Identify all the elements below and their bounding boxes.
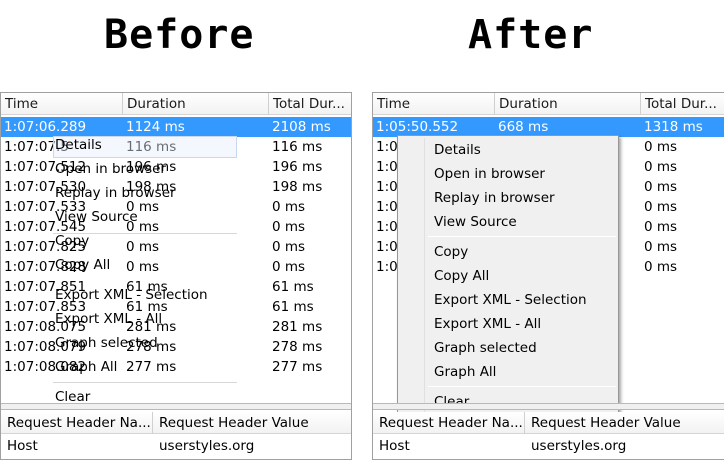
- cell-total-duration: 278 ms: [272, 339, 323, 355]
- cell-duration: 116 ms: [126, 139, 177, 155]
- cell-total-duration: 61 ms: [272, 299, 314, 315]
- menu-item-export-xml-selection[interactable]: Export XML - Selection: [55, 287, 208, 303]
- table-row[interactable]: 1:07:08.079 278 ms 278 ms: [1, 337, 351, 357]
- detail-value: userstyles.org: [531, 438, 627, 454]
- cell-total-duration: 281 ms: [272, 319, 323, 335]
- detail-header: Request Header Na... Request Header Valu…: [1, 412, 351, 434]
- cell-duration: 277 ms: [126, 359, 177, 375]
- menu-item-export-xml-selection[interactable]: Export XML - Selection: [434, 288, 587, 312]
- menu-item-copy[interactable]: Copy: [434, 240, 468, 264]
- column-header-total-duration[interactable]: Total Dur...: [269, 93, 351, 115]
- table-row[interactable]: 1:07:07.5 116 ms 116 ms: [1, 137, 351, 157]
- cell-total-duration: 0 ms: [644, 159, 678, 175]
- cell-total-duration: 196 ms: [272, 159, 323, 175]
- menu-item-graph-all[interactable]: Graph All: [55, 359, 117, 375]
- menu-item-view-source[interactable]: View Source: [55, 209, 138, 225]
- menu-separator: [428, 236, 616, 237]
- menu-separator: [428, 386, 616, 387]
- menu-item-replay-in-browser[interactable]: Replay in browser: [434, 186, 555, 210]
- cell-total-duration: 61 ms: [272, 279, 314, 295]
- column-header-time[interactable]: Time: [373, 93, 495, 115]
- column-header-total-duration[interactable]: Total Dur...: [641, 93, 724, 115]
- cell-duration: 0 ms: [126, 239, 160, 255]
- column-header-request-header-name[interactable]: Request Header Na...: [373, 412, 525, 434]
- cell-total-duration: 0 ms: [644, 219, 678, 235]
- table-row[interactable]: 1:05:50.552 668 ms 1318 ms: [373, 117, 724, 137]
- table-row[interactable]: 1:07:07.512 196 ms 196 ms: [1, 157, 351, 177]
- cell-total-duration: 277 ms: [272, 359, 323, 375]
- table-row[interactable]: 1:07:08.082 277 ms 277 ms: [1, 357, 351, 377]
- menu-icon-gutter: [424, 138, 425, 414]
- menu-item-copy-all[interactable]: Copy All: [55, 257, 110, 273]
- request-list-header: Time Duration Total Dur...: [373, 93, 724, 115]
- after-panel: Time Duration Total Dur... 1:05:50.552 66…: [372, 92, 724, 460]
- table-row[interactable]: 1:07:08.075 281 ms 281 ms: [1, 317, 351, 337]
- table-row[interactable]: 1:07:06.289 1124 ms 2108 ms: [1, 117, 351, 137]
- menu-item-graph-selected[interactable]: Graph selected: [434, 336, 537, 360]
- cell-total-duration: 1318 ms: [644, 119, 703, 135]
- cell-duration: 1124 ms: [126, 119, 185, 135]
- detail-row[interactable]: Host userstyles.org: [373, 435, 724, 457]
- title-after: After: [468, 12, 594, 58]
- table-row[interactable]: 1:07:07.530 198 ms 198 ms: [1, 177, 351, 197]
- menu-item-graph-selected[interactable]: Graph selected: [55, 335, 158, 351]
- cell-time: 1:05:50.552: [376, 119, 459, 135]
- detail-row[interactable]: Host userstyles.org: [1, 435, 351, 457]
- title-before: Before: [104, 12, 255, 58]
- menu-item-clear[interactable]: Clear: [434, 390, 469, 414]
- cell-total-duration: 198 ms: [272, 179, 323, 195]
- cell-total-duration: 0 ms: [644, 139, 678, 155]
- menu-item-view-source[interactable]: View Source: [434, 210, 517, 234]
- menu-item-open-in-browser[interactable]: Open in browser: [55, 161, 166, 177]
- request-list-header: Time Duration Total Dur...: [1, 93, 351, 115]
- cell-total-duration: 0 ms: [644, 179, 678, 195]
- cell-total-duration: 0 ms: [644, 199, 678, 215]
- pane-splitter[interactable]: [373, 403, 724, 410]
- menu-item-copy-all[interactable]: Copy All: [434, 264, 489, 288]
- before-panel: Time Duration Total Dur... 1:07:06.289 11…: [0, 92, 352, 460]
- menu-item-replay-in-browser[interactable]: Replay in browser: [55, 185, 176, 201]
- column-header-duration[interactable]: Duration: [123, 93, 269, 115]
- cell-time: 1:07:06.289: [4, 119, 87, 135]
- context-menu: Details Open in browser Replay in browser V…: [397, 135, 619, 417]
- cell-total-duration: 0 ms: [272, 259, 306, 275]
- cell-total-duration: 116 ms: [272, 139, 323, 155]
- detail-name: Host: [379, 438, 410, 454]
- menu-item-export-xml-all[interactable]: Export XML - All: [55, 311, 162, 327]
- table-row[interactable]: 1:07:07.825 0 ms 0 ms: [1, 237, 351, 257]
- menu-item-export-xml-all[interactable]: Export XML - All: [434, 312, 541, 336]
- menu-item-details[interactable]: Details: [434, 138, 481, 162]
- detail-name: Host: [7, 438, 38, 454]
- table-row[interactable]: 1:07:07.545 0 ms 0 ms: [1, 217, 351, 237]
- menu-item-graph-all[interactable]: Graph All: [434, 360, 496, 384]
- column-header-request-header-name[interactable]: Request Header Na...: [1, 412, 153, 434]
- cell-total-duration: 0 ms: [644, 239, 678, 255]
- menu-item-details[interactable]: Details: [55, 137, 102, 153]
- column-header-request-header-value[interactable]: Request Header Value: [153, 412, 351, 434]
- pane-splitter[interactable]: [1, 403, 351, 410]
- table-row[interactable]: 1:07:07.533 0 ms 0 ms: [1, 197, 351, 217]
- menu-item-open-in-browser[interactable]: Open in browser: [434, 162, 545, 186]
- cell-total-duration: 0 ms: [272, 199, 306, 215]
- cell-total-duration: 0 ms: [644, 259, 678, 275]
- cell-duration: 0 ms: [126, 259, 160, 275]
- detail-header: Request Header Na... Request Header Valu…: [373, 412, 724, 434]
- cell-total-duration: 2108 ms: [272, 119, 331, 135]
- cell-total-duration: 0 ms: [272, 239, 306, 255]
- column-header-duration[interactable]: Duration: [495, 93, 641, 115]
- cell-total-duration: 0 ms: [272, 219, 306, 235]
- column-header-time[interactable]: Time: [1, 93, 123, 115]
- table-row[interactable]: 1:07:07.828 0 ms 0 ms: [1, 257, 351, 277]
- cell-duration: 668 ms: [498, 119, 549, 135]
- column-header-request-header-value[interactable]: Request Header Value: [525, 412, 724, 434]
- menu-separator: [53, 382, 237, 383]
- detail-value: userstyles.org: [159, 438, 255, 454]
- menu-item-copy[interactable]: Copy: [55, 233, 89, 249]
